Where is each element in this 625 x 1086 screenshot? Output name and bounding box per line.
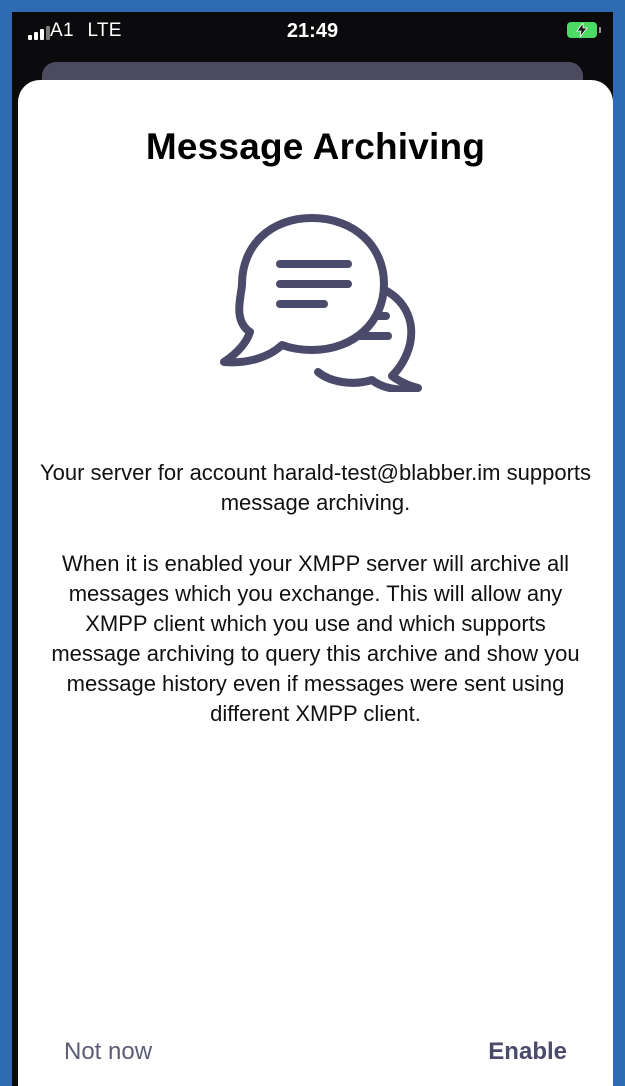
status-time: 21:49 [286,20,339,42]
message-archiving-sheet: Message Archiving Your server for accoun… [18,80,613,1086]
server-support-text: Your server for account harald-test@blab… [39,460,592,515]
chat-bubbles-icon [220,214,422,392]
dialog-title: Message Archiving [145,126,486,167]
status-bar: A1 LTE 21:49 [12,12,613,56]
not-now-button[interactable]: Not now [64,1038,152,1066]
battery-charging-icon [567,22,601,38]
dialog-actions: Not now Enable [18,1038,613,1078]
enable-button[interactable]: Enable [488,1038,567,1066]
phone-screen: A1 LTE 21:49 Message Archiving Your serv… [0,0,625,1086]
charging-bolt-icon [576,23,588,37]
dialog-message: Your server for account harald-test@blab… [18,458,613,729]
archive-explanation-text: When it is enabled your XMPP server will… [51,551,580,726]
